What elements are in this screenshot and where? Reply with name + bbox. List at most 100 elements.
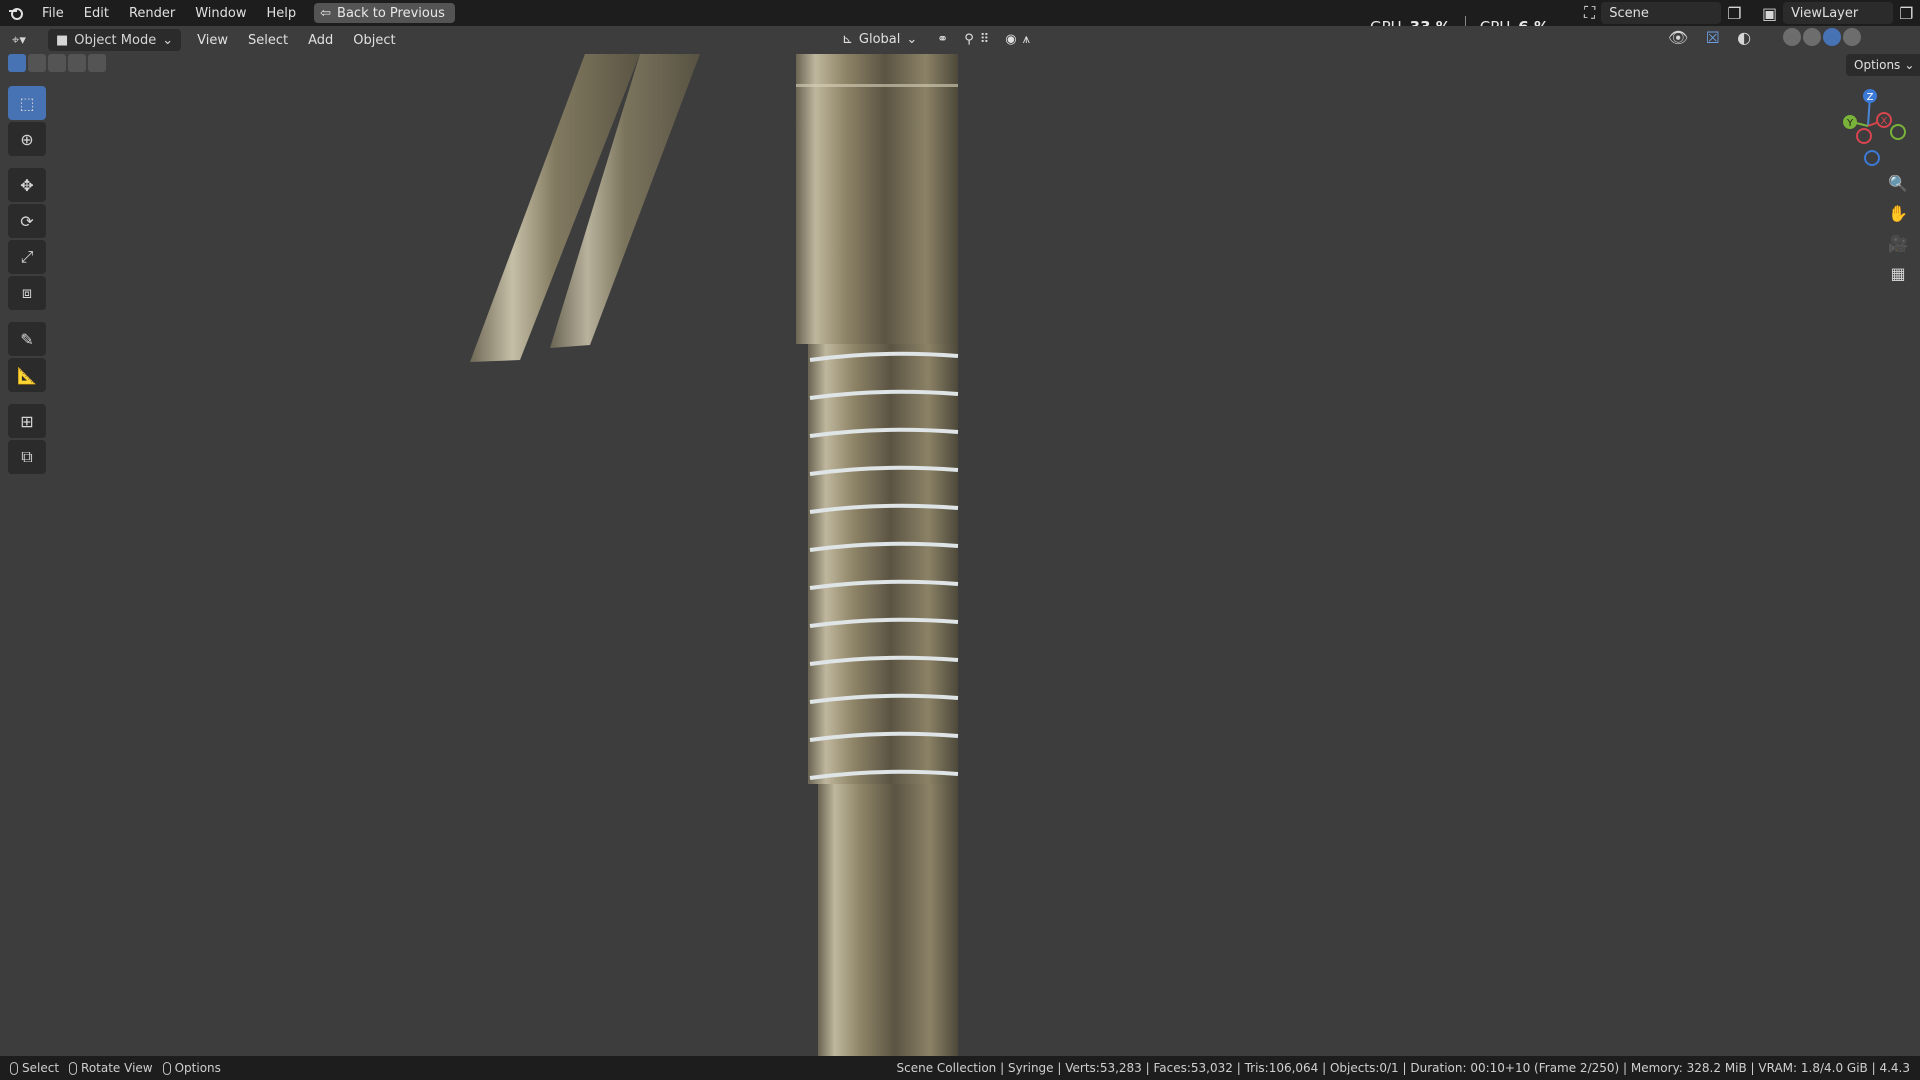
viewport-shading: 👁 ⮽ ◐ [1668,28,1862,48]
cursor-tool[interactable]: ⊕ [8,122,46,156]
menu-edit[interactable]: Edit [74,0,119,26]
falloff-icon[interactable]: ⩚ [1023,32,1030,47]
back-to-previous-button[interactable]: ⇦ Back to Previous [314,3,455,23]
options-dropdown[interactable]: Options ⌄ [1846,54,1920,76]
gizmo-neg-z[interactable] [1864,150,1880,166]
zoom-view-button[interactable]: 🔍 [1882,170,1914,196]
menu-file[interactable]: File [32,0,74,26]
select-intersect-icon[interactable] [88,54,106,72]
navigation-gizmo[interactable]: Z X Y [1820,86,1910,166]
back-to-previous-label: Back to Previous [337,5,445,21]
scene-field[interactable]: Scene [1601,2,1722,24]
camera-view-button[interactable]: 🎥 [1882,230,1914,256]
proportional-edit-icon[interactable]: ◉ [1005,32,1016,47]
scale-tool[interactable]: ⤢ [8,240,46,274]
rendered-shading-icon[interactable] [1843,28,1862,46]
measure-tool[interactable]: 📐 [8,358,46,392]
view-layer-field[interactable]: ViewLayer [1783,2,1894,24]
object-mode-icon: ■ [56,32,69,48]
3d-cursor-icon: ⊕ [20,129,34,149]
gizmo-y-label[interactable]: Y [1846,118,1854,129]
extrude-tool[interactable]: ⧉ [8,440,46,474]
select-box-tool[interactable]: ⬚ [8,86,46,120]
status-rotate: Rotate View [69,1061,153,1075]
scene-statistics: Scene Collection | Syringe | Verts:53,28… [896,1061,1910,1075]
selection-mode-buttons [8,54,106,76]
perspective-toggle-button[interactable]: ▦ [1882,260,1914,286]
pan-view-button[interactable]: ✋ [1882,200,1914,226]
transform-tool[interactable]: ⧈ [8,276,46,310]
visibility-icon[interactable]: 👁 [1668,28,1688,48]
blender-logo-icon[interactable] [0,0,32,26]
barrel-top[interactable] [796,54,958,344]
scale-icon: ⤢ [20,247,34,266]
mode-label: Object Mode [74,32,157,48]
toolbar: ⬚ ⊕ ✥ ⟳ ⤢ ⧈ ✎ 📐 ⊞ ⧉ [8,86,48,474]
overlay-toggle-icon[interactable]: ◐ [1737,28,1751,48]
gizmo-z-label[interactable]: Z [1867,92,1874,103]
barrel-threaded[interactable] [808,344,958,784]
status-bar: Select Rotate View Options Scene Collect… [0,1056,1920,1080]
select-subtract-icon[interactable] [48,54,66,72]
status-select: Select [10,1061,59,1075]
mode-selector[interactable]: ■ Object Mode ⌄ [48,29,182,51]
view-layer-icon[interactable]: ▣ [1762,4,1777,23]
mouse-middle-icon [69,1061,78,1075]
view-layer-selector[interactable]: ▣ ViewLayer ❐ [1762,2,1918,24]
status-options: Options [162,1061,221,1075]
menu-view[interactable]: View [187,33,238,48]
hand-icon: ✋ [1888,203,1908,223]
rotate-tool[interactable]: ⟳ [8,204,46,238]
snap-grid-icon[interactable]: ⠿ [980,32,990,47]
menu-object[interactable]: Object [343,33,405,48]
orientation-icon: ⊾ [842,31,853,47]
syringe-model[interactable] [470,54,959,1056]
chevron-down-icon: ⌄ [906,31,918,47]
ruler-icon: 📐 [17,365,37,385]
solid-shading-icon[interactable] [1803,28,1822,46]
select-invert-icon[interactable] [68,54,86,72]
menu-add[interactable]: Add [298,33,343,48]
select-extend-icon[interactable] [28,54,46,72]
scene-name: Scene [1609,5,1649,21]
gizmo-x-label[interactable]: X [1881,116,1888,127]
gizmo-toggle-icon[interactable]: ⮽ [1706,28,1719,48]
camera-icon: 🎥 [1888,233,1908,253]
status-rotate-label: Rotate View [81,1061,153,1075]
zoom-icon: 🔍 [1888,173,1908,193]
snap-icon[interactable]: ⚲ [964,32,974,47]
new-view-layer-icon[interactable]: ❐ [1899,4,1913,23]
gizmo-neg-y[interactable] [1890,124,1906,140]
menu-window[interactable]: Window [185,0,256,26]
viewport-canvas[interactable] [0,0,1920,1080]
grid-icon: ▦ [1890,263,1906,283]
annotate-tool[interactable]: ✎ [8,322,46,356]
chevron-down-icon: ⌄ [162,32,174,48]
pivot-icon[interactable]: ⚭ [937,32,948,47]
pencil-icon: ✎ [20,329,34,349]
move-icon: ✥ [20,175,34,195]
select-new-icon[interactable] [8,54,26,72]
status-options-label: Options [174,1061,221,1075]
scene-selector[interactable]: ⛶ Scene ❐ [1584,2,1754,24]
new-scene-icon[interactable]: ❐ [1727,4,1741,23]
transform-orientation-selector[interactable]: ⊾ Global ⌄ ⚭ ⚲ ⠿ ◉ ⩚ [834,28,1038,50]
wireframe-shading-icon[interactable] [1783,28,1802,46]
menu-select[interactable]: Select [238,33,298,48]
cursor-icon: ⬚ [19,93,35,113]
scene-icon[interactable]: ⛶ [1584,3,1595,23]
back-icon: ⇦ [320,5,332,21]
gizmo-neg-x[interactable] [1856,128,1872,144]
chevron-down-icon: ⌄ [1904,58,1915,72]
orientation-label: Global [858,31,901,47]
status-select-label: Select [22,1061,60,1075]
menu-render[interactable]: Render [119,0,185,26]
move-tool[interactable]: ✥ [8,168,46,202]
add-cube-tool[interactable]: ⊞ [8,404,46,438]
mouse-right-icon [162,1061,171,1075]
editor-type-icon[interactable]: ⌖▾ [12,33,26,48]
menu-help[interactable]: Help [257,0,307,26]
material-shading-icon[interactable] [1823,28,1842,46]
mouse-left-icon [10,1061,18,1075]
barrel-bottom[interactable] [818,784,958,1056]
